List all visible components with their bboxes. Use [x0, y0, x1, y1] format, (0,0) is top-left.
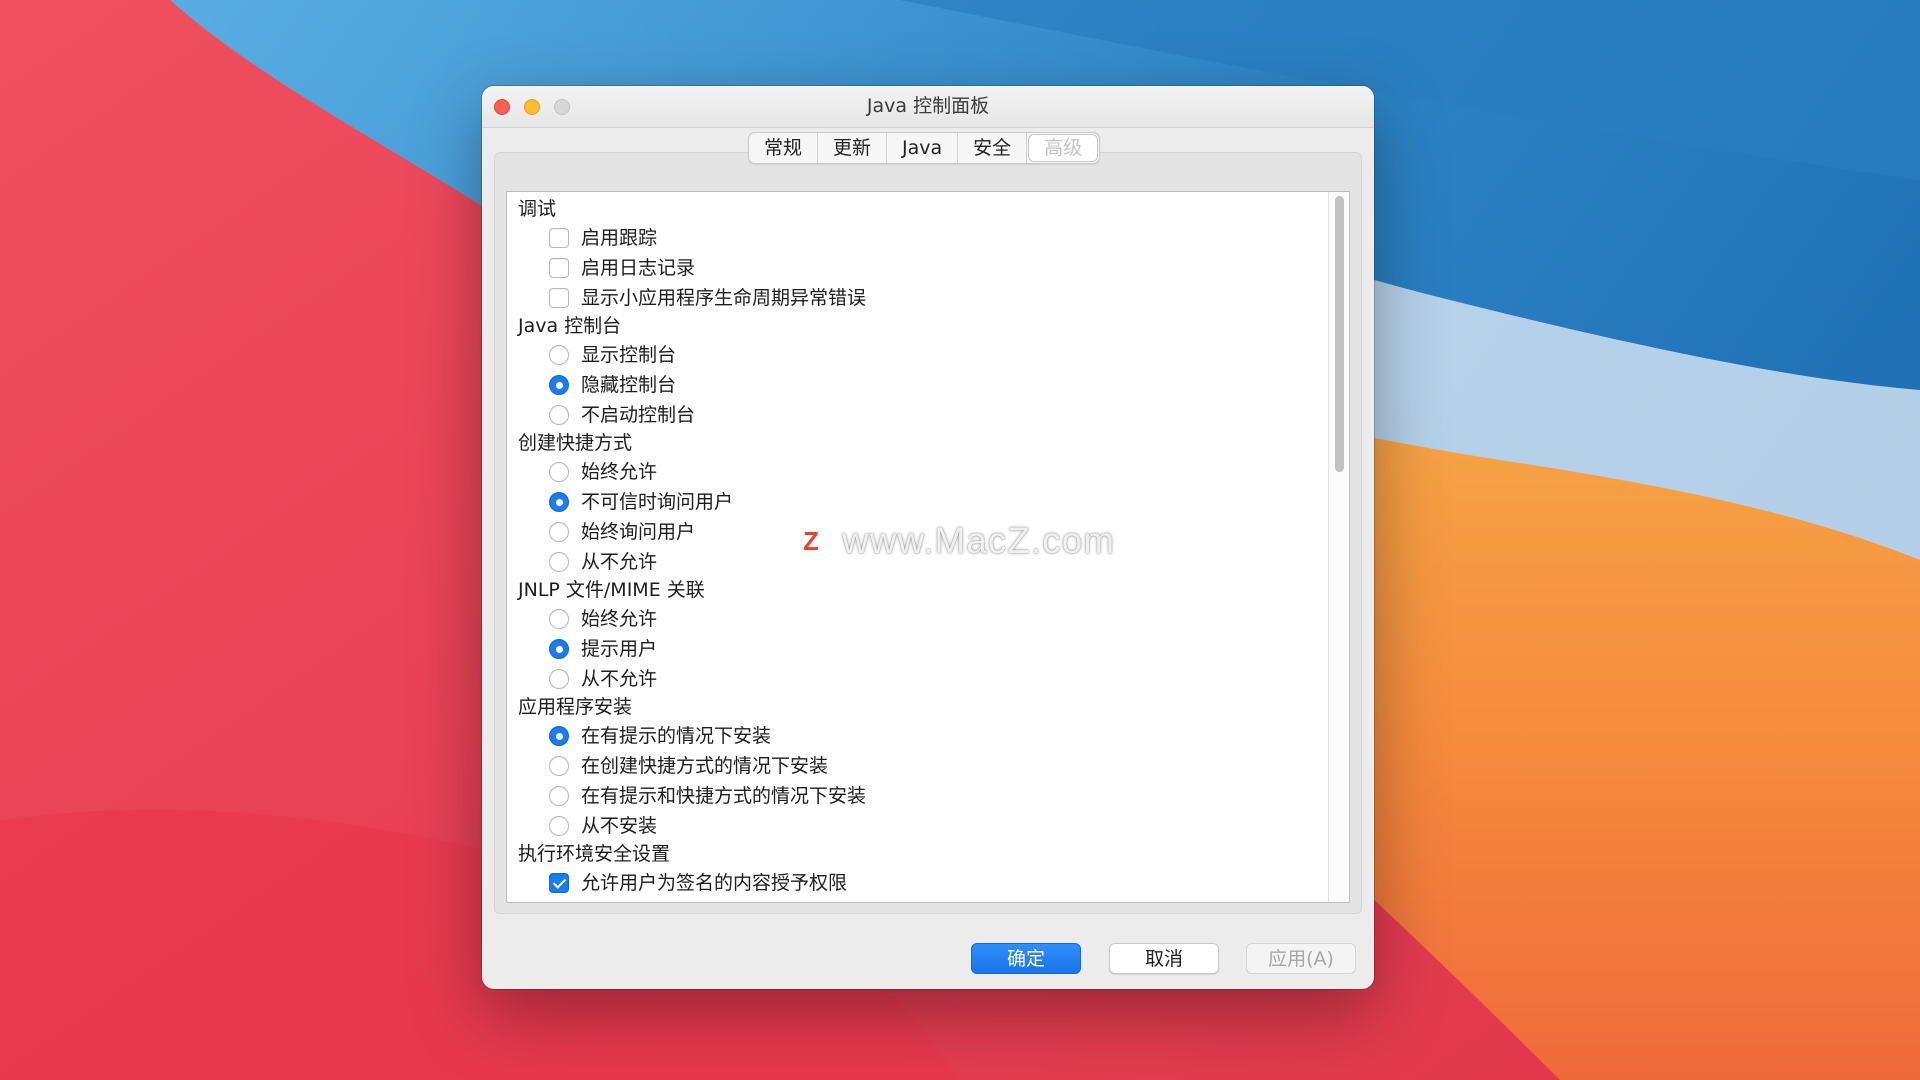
tab-bar: 常规 更新 Java 安全 高级 — [748, 132, 1101, 164]
section-header-install: 应用程序安装 — [518, 696, 633, 718]
apply-button[interactable]: 应用(A) — [1246, 943, 1356, 974]
option-label: 显示小应用程序生命周期异常错误 — [581, 287, 867, 309]
never-install-radio[interactable] — [549, 816, 569, 836]
option-label: 在创建快捷方式的情况下安装 — [581, 755, 829, 777]
jnlp-never-allow-radio[interactable] — [549, 669, 569, 689]
tab-general[interactable]: 常规 — [749, 133, 819, 163]
do-not-start-console-radio[interactable] — [549, 405, 569, 425]
option-label: 不启动控制台 — [581, 404, 696, 426]
option-label: 始终允许 — [581, 608, 658, 630]
cancel-button[interactable]: 取消 — [1109, 943, 1219, 974]
show-lifecycle-exceptions-checkbox[interactable] — [549, 288, 569, 308]
option-label: 在有提示和快捷方式的情况下安装 — [581, 785, 867, 807]
option-label: 提示用户 — [581, 638, 658, 660]
tab-advanced[interactable]: 高级 — [1028, 134, 1099, 162]
allow-user-grant-permissions-checkbox[interactable] — [549, 873, 569, 893]
section-header-jnlp: JNLP 文件/MIME 关联 — [518, 579, 705, 601]
option-label: 不可信时询问用户 — [581, 491, 734, 513]
shortcut-never-allow-radio[interactable] — [549, 552, 569, 572]
install-if-hinted-radio[interactable] — [549, 726, 569, 746]
option-label: 从不允许 — [581, 551, 658, 573]
option-label: 从不允许 — [581, 668, 658, 690]
option-label: 始终允许 — [581, 461, 658, 483]
section-header-security: 执行环境安全设置 — [518, 843, 671, 865]
section-header-debug: 调试 — [518, 198, 557, 220]
option-label: 启用跟踪 — [581, 227, 658, 249]
tab-java[interactable]: Java — [887, 133, 959, 163]
ok-button[interactable]: 确定 — [971, 943, 1081, 974]
tab-security[interactable]: 安全 — [958, 133, 1028, 163]
jnlp-always-allow-radio[interactable] — [549, 609, 569, 629]
option-label: 启用日志记录 — [581, 257, 696, 279]
section-header-console: Java 控制台 — [518, 315, 622, 337]
java-control-panel-window: Java 控制面板 常规 更新 Java 安全 高级 调试 启用跟踪 启用日志记… — [482, 86, 1374, 989]
option-label: 显示控制台 — [581, 344, 677, 366]
jnlp-prompt-user-radio[interactable] — [549, 639, 569, 659]
tab-update[interactable]: 更新 — [818, 133, 888, 163]
option-label: 隐藏控制台 — [581, 374, 677, 396]
enable-logging-checkbox[interactable] — [549, 258, 569, 278]
shortcut-always-allow-radio[interactable] — [549, 462, 569, 482]
hide-console-radio[interactable] — [549, 375, 569, 395]
show-console-radio[interactable] — [549, 345, 569, 365]
install-if-hinted-and-shortcut-radio[interactable] — [549, 786, 569, 806]
shortcut-always-ask-radio[interactable] — [549, 522, 569, 542]
title-bar[interactable]: Java 控制面板 — [482, 86, 1374, 128]
section-header-shortcut: 创建快捷方式 — [518, 432, 633, 454]
install-if-shortcut-radio[interactable] — [549, 756, 569, 776]
window-title: Java 控制面板 — [866, 95, 990, 117]
option-label: 在有提示的情况下安装 — [581, 725, 772, 747]
option-label: 从不安装 — [581, 815, 658, 837]
scrollbar-thumb[interactable] — [1335, 196, 1344, 472]
option-label: 始终询问用户 — [581, 521, 696, 543]
vertical-scrollbar[interactable] — [1328, 192, 1349, 902]
option-label: 允许用户为签名的内容授予权限 — [581, 872, 848, 894]
enable-tracing-checkbox[interactable] — [549, 228, 569, 248]
shortcut-ask-if-untrusted-radio[interactable] — [549, 492, 569, 512]
advanced-settings-list[interactable]: 调试 启用跟踪 启用日志记录 显示小应用程序生命周期异常错误 Java 控制台 … — [506, 191, 1350, 903]
